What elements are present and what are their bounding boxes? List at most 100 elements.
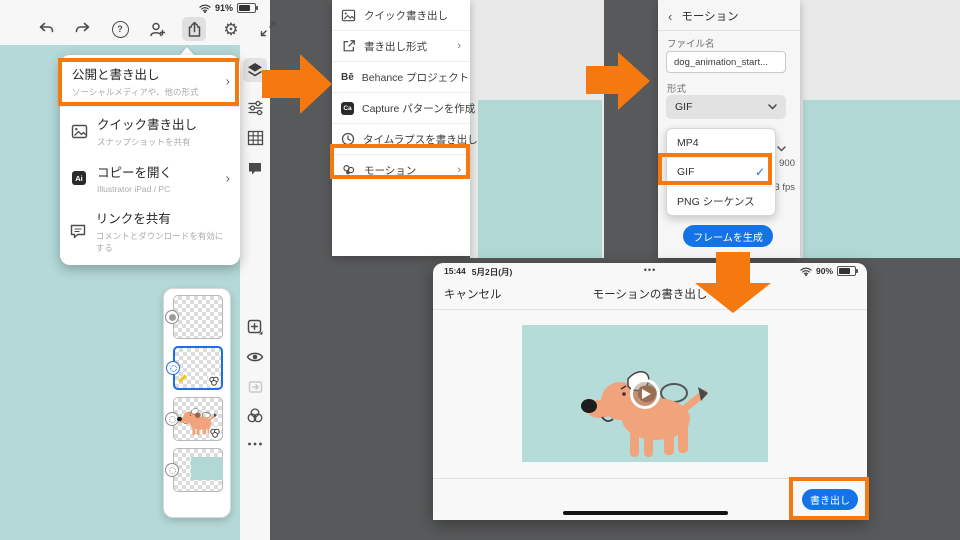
menu-item-quick-export[interactable]: クイック書き出し <box>332 0 470 31</box>
gear-icon: ⚙ <box>223 19 239 39</box>
dimension-partial-value: 900 <box>779 158 795 169</box>
format-select[interactable]: GIF <box>666 95 786 119</box>
adjustment-icon <box>248 381 262 393</box>
menu-item-export-format[interactable]: 書き出し形式 › <box>332 31 470 62</box>
menu-item-motion[interactable]: モーション › <box>332 155 470 185</box>
top-toolbar: 91% ? ⚙ <box>0 0 276 45</box>
format-dropdown: MP4 GIF ✓ PNG シーケンス <box>666 128 776 216</box>
comment-icon <box>249 162 261 174</box>
option-mp4[interactable]: MP4 <box>667 129 775 158</box>
layer-thumbnail-1[interactable] <box>165 295 223 339</box>
comment-tool[interactable] <box>243 156 267 180</box>
menu-item-sublabel: スナップショットを共有 <box>97 137 191 147</box>
menu-item-timelapse[interactable]: タイムラプスを書き出し <box>332 124 478 155</box>
wifi-icon <box>199 4 211 13</box>
motion-icon <box>341 163 356 177</box>
right-sidebar <box>240 45 270 540</box>
play-icon <box>641 388 651 399</box>
tutorial-composite: 91% ? ⚙ 公開と書き出し ソーシャルメディアや、他の形式 › クイック書き… <box>0 0 960 540</box>
artboard <box>478 100 602 258</box>
layer-thumbnail-4-background[interactable] <box>165 448 223 492</box>
play-button[interactable] <box>630 378 660 409</box>
layer-thumbnail-2-selected[interactable] <box>166 346 223 390</box>
color-tool[interactable] <box>243 403 267 427</box>
menu-item-quick-export[interactable]: クイック書き出し スナップショットを共有 <box>60 107 240 155</box>
help-icon: ? <box>111 20 129 38</box>
menu-item-behance[interactable]: Bē Behance プロジェクト <box>332 62 470 93</box>
help-button[interactable]: ? <box>108 17 132 41</box>
motion-badge-icon <box>208 375 220 387</box>
format-label: 形式 <box>667 84 687 95</box>
more-tool[interactable] <box>243 432 267 456</box>
menu-item-publish-export[interactable]: 公開と書き出し ソーシャルメディアや、他の形式 › <box>60 55 240 107</box>
menu-item-label: クイック書き出し <box>97 118 198 132</box>
chevron-down-icon <box>768 104 777 110</box>
divider <box>658 30 800 31</box>
sliders-icon <box>248 100 262 116</box>
home-indicator[interactable] <box>563 511 728 515</box>
visibility-tool[interactable] <box>243 345 267 369</box>
illustrator-icon: Ai <box>72 171 86 185</box>
expand-icon <box>260 21 276 37</box>
divider <box>433 478 867 479</box>
grid-tool[interactable] <box>243 126 267 150</box>
adjust-tool-disabled <box>243 375 267 399</box>
back-chevron-icon[interactable]: ‹ <box>668 9 672 24</box>
export-button[interactable]: 書き出し <box>802 489 858 510</box>
chevron-right-icon: › <box>457 40 461 52</box>
motion-export-panel: ‹ モーション ファイル名 dog_animation_start... 形式 … <box>658 0 800 258</box>
status-indicators: 91% <box>199 3 258 13</box>
divider <box>433 309 867 310</box>
layer-badge[interactable] <box>165 310 179 324</box>
invite-button[interactable] <box>145 17 169 41</box>
hidden-select-chevron <box>777 146 786 152</box>
export-icon <box>341 39 356 53</box>
pencil-mark <box>178 374 187 383</box>
chevron-right-icon: › <box>457 164 461 176</box>
panel-title: モーション <box>681 11 739 23</box>
motion-export-modal: 15:44 5月2日(月) ••• 90% モーションの書き出し キャンセル 書… <box>433 263 867 520</box>
menu-item-sublabel: Illustrator iPad / PC <box>97 184 171 194</box>
add-layer-tool[interactable] <box>243 315 267 339</box>
animation-preview[interactable] <box>522 325 768 462</box>
option-gif-selected[interactable]: GIF ✓ <box>667 158 775 187</box>
menu-item-label: 公開と書き出し <box>72 68 160 82</box>
redo-button[interactable] <box>71 17 95 41</box>
filename-label: ファイル名 <box>667 39 715 50</box>
canvas-area-right <box>800 0 960 258</box>
checkmark-icon: ✓ <box>754 165 765 179</box>
option-png-sequence[interactable]: PNG シーケンス <box>667 187 775 215</box>
plus-square-icon <box>247 319 263 335</box>
layer-badge[interactable] <box>166 361 180 375</box>
chevron-right-icon: › <box>225 170 230 186</box>
step-arrow-2 <box>586 52 650 110</box>
battery-icon <box>237 3 258 13</box>
undo-button[interactable] <box>34 17 58 41</box>
wifi-icon <box>800 267 812 276</box>
generate-frames-button[interactable]: フレームを生成 <box>683 225 773 247</box>
dog-animation-art <box>581 371 708 457</box>
layer-badge[interactable] <box>165 463 179 477</box>
capture-icon: Ca <box>341 101 354 115</box>
behance-icon: Bē <box>341 71 354 83</box>
step-arrow-1 <box>262 54 332 114</box>
settings-button[interactable]: ⚙ <box>219 17 243 41</box>
menu-item-capture-pattern[interactable]: Ca Capture パターンを作成 <box>332 93 475 124</box>
chevron-right-icon: › <box>225 73 230 88</box>
menu-item-open-copy[interactable]: Ai コピーを開く Illustrator iPad / PC › <box>60 155 240 201</box>
comment-bubble-icon <box>70 224 87 239</box>
filename-input[interactable]: dog_animation_start... <box>666 51 786 73</box>
fullscreen-button[interactable] <box>256 17 280 41</box>
teal-shape <box>190 457 223 481</box>
motion-badge-icon <box>209 427 221 439</box>
layer-thumbnail-3-dog[interactable] <box>165 397 223 441</box>
ellipsis-icon <box>248 442 262 446</box>
menu-item-sublabel: ソーシャルメディアや、他の形式 <box>72 87 199 97</box>
menu-item-sublabel: コメントとダウンロードを有効にする <box>95 231 224 253</box>
cancel-button[interactable]: キャンセル <box>444 286 502 302</box>
share-button[interactable] <box>182 17 206 41</box>
menu-item-share-link[interactable]: リンクを共有 コメントとダウンロードを有効にする <box>60 201 240 261</box>
canvas-area-mid <box>470 0 604 258</box>
eye-icon <box>246 352 264 362</box>
layers-panel <box>163 288 231 518</box>
